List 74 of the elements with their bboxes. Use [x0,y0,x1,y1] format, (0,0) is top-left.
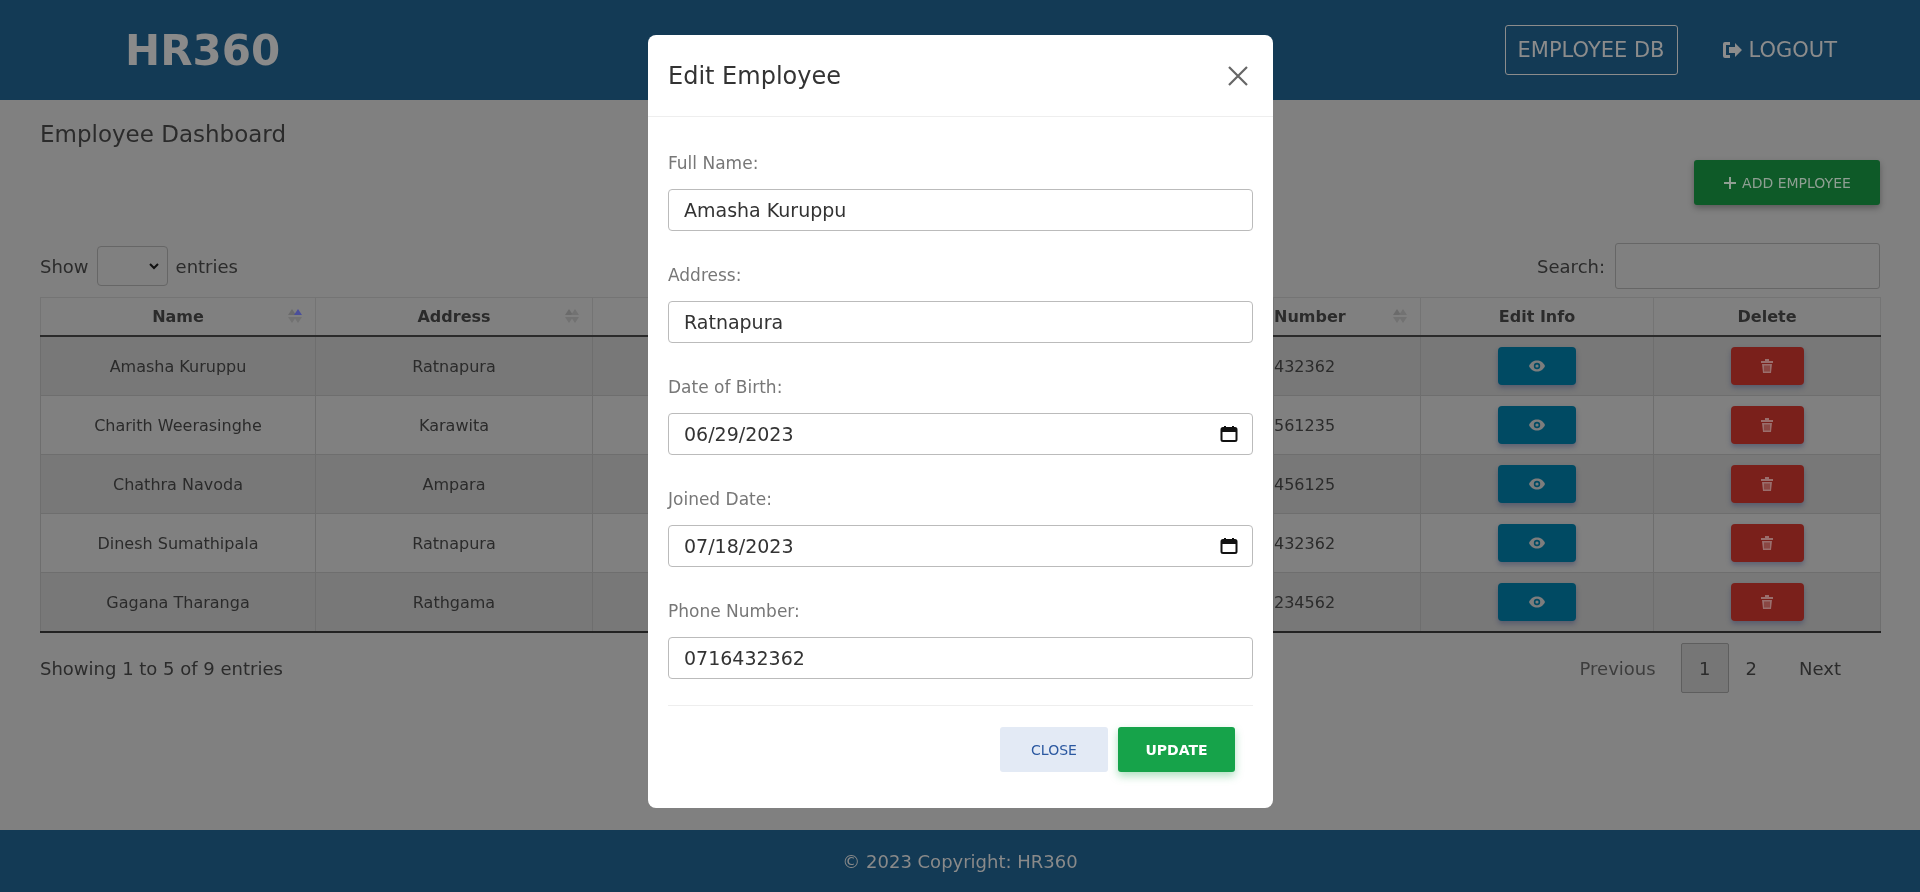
calendar-icon [1220,425,1238,443]
table-cell: Amasha Kuruppu [109,356,247,376]
table-cell: 432362 [1274,356,1336,376]
delete-button[interactable] [1730,524,1804,562]
page-link[interactable]: 1 [1680,643,1729,693]
modal-title: Edit Employee [668,61,841,90]
table-cell: Ratnapura [412,356,496,376]
entries-info: Showing 1 to 5 of 9 entries [40,657,283,679]
search-field[interactable] [1615,243,1880,289]
eye-icon [1528,358,1546,374]
column-header[interactable]: Address [417,307,491,326]
delete-button[interactable] [1730,583,1804,621]
add-employee-button[interactable]: ADD EMPLOYEE [1694,160,1880,205]
table-cell: Gagana Tharanga [106,592,250,612]
edit-button[interactable] [1498,406,1576,444]
next-link[interactable]: Next [1782,643,1858,693]
eye-icon [1528,417,1546,433]
trash-icon [1760,535,1774,551]
close-button[interactable]: CLOSE [1000,727,1108,772]
field-label: Phone Number: [668,600,801,622]
delete-button[interactable] [1730,406,1804,444]
eye-icon [1528,476,1546,492]
page-link[interactable]: 2 [1728,643,1775,693]
field-label: Address: [668,264,743,286]
update-button[interactable]: UPDATE [1118,727,1235,772]
table-cell: Karawita [419,415,489,435]
table-cell: 456125 [1274,474,1336,494]
calendar-icon [1220,537,1238,555]
date-field[interactable]: 07/18/2023 [668,525,1253,567]
trash-icon [1760,594,1774,610]
plus-icon [1723,175,1738,190]
close-icon [1227,64,1249,87]
column-header[interactable]: Edit Info [1498,307,1576,326]
delete-button[interactable] [1730,347,1804,385]
table-cell: 234562 [1274,592,1336,612]
previous-link[interactable]: Previous [1562,643,1673,693]
chevron-down-icon [148,262,159,270]
delete-button[interactable] [1730,465,1804,503]
table-cell: Dinesh Sumathipala [97,533,259,553]
input-field[interactable]: 0716432362 [668,637,1253,679]
entries-label: entries [175,255,238,277]
field-label: Joined Date: [668,488,773,510]
nav-link[interactable]: EMPLOYEE DB [1504,25,1678,75]
table-cell: Ratnapura [412,533,496,553]
page-title: Employee Dashboard [40,120,287,149]
table-cell: 432362 [1274,533,1336,553]
logo-text: HR360 [125,25,281,75]
logout-icon [1720,39,1743,61]
column-header[interactable]: Name [152,307,204,326]
edit-button[interactable] [1498,347,1576,385]
copyright-text: © 2023 Copyright: HR360 [842,850,1078,872]
field-label: Date of Birth: [668,376,784,398]
trash-icon [1760,476,1774,492]
search-label: Search: [1537,255,1605,277]
logout-link[interactable]: LOGOUT [1707,25,1850,75]
table-cell: Ampara [422,474,486,494]
table-cell: Chathra Navoda [113,474,243,494]
date-field[interactable]: 06/29/2023 [668,413,1253,455]
trash-icon [1760,417,1774,433]
edit-button[interactable] [1498,465,1576,503]
table-cell: 561235 [1274,415,1336,435]
eye-icon [1528,535,1546,551]
table-cell: Charith Weerasinghe [94,415,262,435]
entries-select[interactable] [96,246,168,286]
column-header[interactable]: Delete [1737,307,1797,326]
show-label: Show [40,255,89,277]
input-field[interactable]: Amasha Kuruppu [668,189,1253,231]
edit-button[interactable] [1498,524,1576,562]
edit-button[interactable] [1498,583,1576,621]
eye-icon [1528,594,1546,610]
field-label: Full Name: [668,152,760,174]
table-cell: Rathgama [412,592,496,612]
trash-icon [1760,358,1774,374]
input-field[interactable]: Ratnapura [668,301,1253,343]
